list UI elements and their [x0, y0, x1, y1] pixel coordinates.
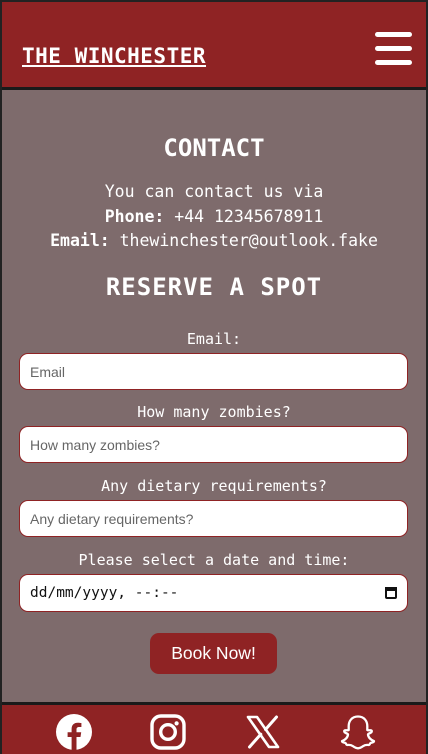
menu-bar	[375, 46, 412, 51]
reserve-title: RESERVE A SPOT	[105, 273, 323, 301]
facebook-icon[interactable]	[55, 713, 93, 751]
calendar-icon[interactable]	[385, 587, 397, 599]
snapchat-icon[interactable]	[339, 713, 377, 751]
email-label: Email:	[50, 231, 110, 250]
main-content: CONTACT You can contact us via Phone: +4…	[2, 90, 426, 702]
instagram-icon[interactable]	[149, 713, 187, 751]
contact-title: CONTACT	[163, 134, 265, 162]
dietary-field[interactable]	[19, 500, 408, 537]
contact-phone: Phone: +44 12345678911	[2, 207, 426, 226]
phone-label: Phone:	[104, 207, 165, 226]
hamburger-menu-icon[interactable]	[375, 32, 412, 66]
x-icon[interactable]	[244, 713, 282, 751]
menu-bar	[375, 32, 412, 37]
site-footer	[2, 702, 426, 754]
dietary-field-label: Any dietary requirements?	[101, 477, 327, 495]
datetime-value: dd/mm/yyyy, --:--	[30, 585, 179, 601]
book-now-button[interactable]: Book Now!	[150, 633, 277, 674]
email-value: thewinchester@outlook.fake	[119, 231, 378, 250]
email-field[interactable]	[19, 353, 408, 390]
zombies-field-label: How many zombies?	[137, 403, 291, 421]
phone-value: +44 12345678911	[174, 207, 324, 226]
brand-link[interactable]: THE WINCHESTER	[22, 44, 206, 68]
datetime-field-label: Please select a date and time:	[78, 551, 350, 569]
menu-bar	[375, 60, 412, 65]
contact-email: Email: thewinchester@outlook.fake	[2, 231, 426, 250]
datetime-field[interactable]: dd/mm/yyyy, --:--	[19, 574, 408, 612]
contact-intro: You can contact us via	[104, 182, 324, 201]
site-header: THE WINCHESTER	[2, 2, 426, 90]
email-field-label: Email:	[186, 330, 242, 348]
page-frame: THE WINCHESTER CONTACT You can contact u…	[0, 0, 428, 754]
zombies-field[interactable]	[19, 426, 408, 463]
